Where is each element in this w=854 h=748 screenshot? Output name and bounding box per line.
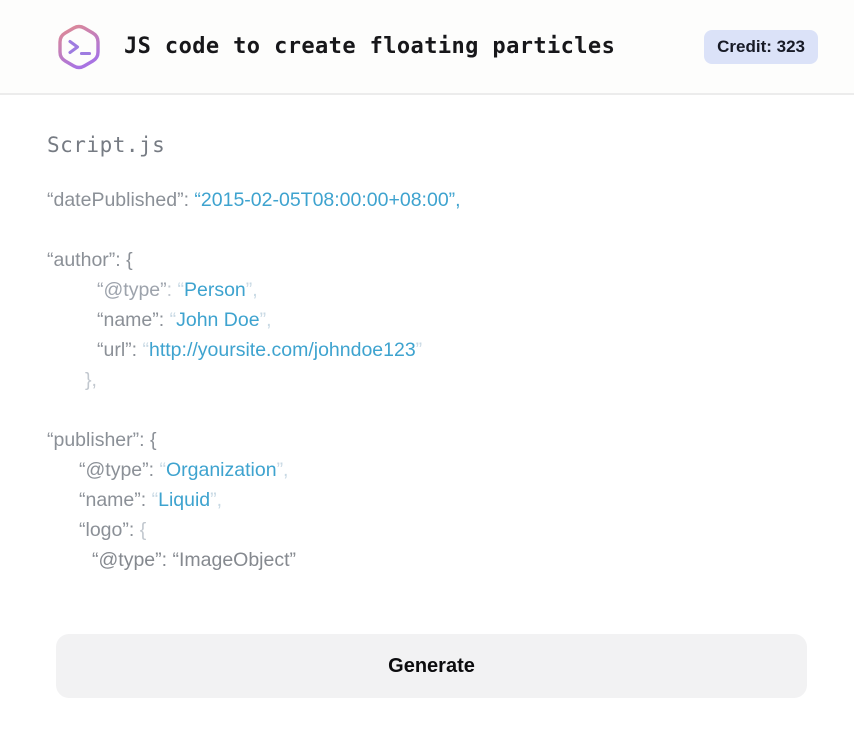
code-line: “@type”: “ImageObject” xyxy=(47,545,807,575)
credit-badge: Credit: 323 xyxy=(704,29,818,64)
code-line: “datePublished”: “2015-02-05T08:00:00+08… xyxy=(47,185,807,215)
code-line: “name”: “John Doe”, xyxy=(47,305,807,335)
code-token: “name”: xyxy=(97,309,170,331)
code-token: ”, xyxy=(276,459,289,481)
code-line: “author”: { xyxy=(47,245,807,275)
code-token: John Doe xyxy=(176,309,260,331)
code-line: “@type”: “Organization”, xyxy=(47,455,807,485)
app-logo xyxy=(56,22,102,72)
code-token: ”, xyxy=(210,489,223,511)
code-token: “url”: xyxy=(97,339,143,361)
main-content: Script.js “datePublished”: “2015-02-05T0… xyxy=(0,133,854,698)
page-title: JS code to create floating particles xyxy=(124,34,616,59)
code-line: “name”: “Liquid”, xyxy=(47,485,807,515)
code-token: “name”: xyxy=(79,489,152,511)
code-token: http://yoursite.com/johndoe123 xyxy=(149,339,416,361)
code-token: ”, xyxy=(259,309,272,331)
code-token: “2015-02-05T08:00:00+08:00”, xyxy=(194,189,461,211)
code-token: “publisher”: { xyxy=(47,429,157,451)
generate-button[interactable]: Generate xyxy=(56,634,807,698)
code-line: “logo”: { xyxy=(47,515,807,545)
code-token: Person xyxy=(183,279,246,301)
code-line: “url”: “http://yoursite.com/johndoe123” xyxy=(47,335,807,365)
code-token: Liquid xyxy=(158,489,211,511)
header: JS code to create floating particles Cre… xyxy=(0,0,854,95)
code-block: “datePublished”: “2015-02-05T08:00:00+08… xyxy=(47,185,807,575)
script-file-title: Script.js xyxy=(47,133,166,157)
code-token: { xyxy=(139,519,147,541)
code-line: }, xyxy=(47,365,807,395)
code-token: “logo”: xyxy=(79,519,140,541)
code-token: “@type” xyxy=(97,279,167,301)
code-token: “author”: { xyxy=(47,249,133,271)
code-token: }, xyxy=(85,369,97,391)
terminal-prompt-hexagon-icon xyxy=(58,24,100,69)
code-token: Organization xyxy=(165,459,277,481)
code-line: “@type”: “Person”, xyxy=(47,275,807,305)
code-token: ”, xyxy=(245,279,258,301)
code-token: “datePublished”: xyxy=(47,189,195,211)
code-token: : xyxy=(166,279,178,301)
code-line: “publisher”: { xyxy=(47,425,807,455)
code-token: “@type”: “ImageObject” xyxy=(92,549,297,571)
code-token: ” xyxy=(415,339,423,361)
code-token: “@type”: xyxy=(79,459,160,481)
